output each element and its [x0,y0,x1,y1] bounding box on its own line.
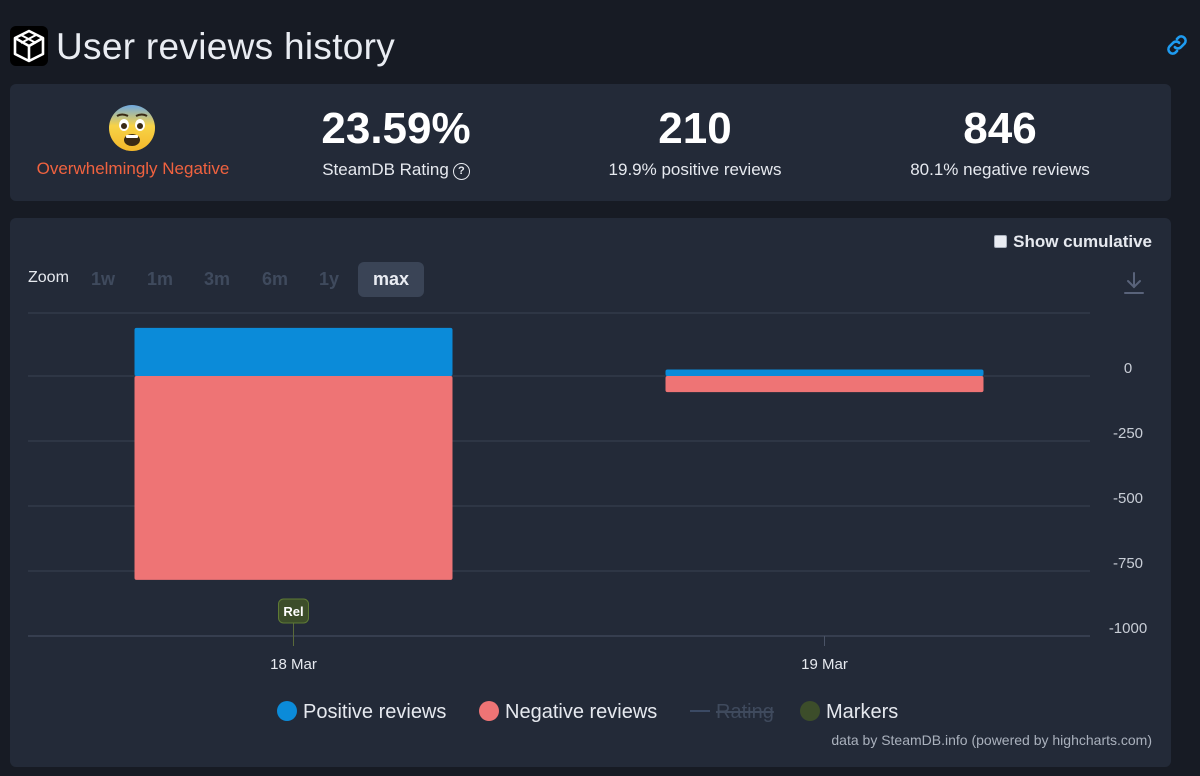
y-tick-label: -750 [1113,555,1143,572]
chart-credits: data by SteamDB.info (powered by highcha… [831,732,1152,748]
link-icon[interactable] [1164,32,1190,58]
reviews-chart-card: Show cumulative Zoom 1w 1m 3m 6m 1y max … [10,218,1171,767]
bar-positive [665,369,984,376]
rating-label: SteamDB Rating [322,160,449,179]
bar-negative [134,376,453,580]
negative-label: 80.1% negative reviews [910,160,1090,179]
y-tick-label: -250 [1113,425,1143,442]
y-tick-label: -1000 [1109,620,1147,637]
y-tick-label: -500 [1113,490,1143,507]
markers-legend-icon [800,701,820,721]
legend-positive-reviews[interactable]: Positive reviews [277,698,446,726]
fearful-face-icon [108,104,156,152]
y-tick-label: 0 [1124,360,1132,377]
positive-label: 19.9% positive reviews [608,160,782,179]
review-summary: Overwhelmingly Negative 23.59% SteamDB R… [10,84,1171,201]
negative-reviews-block: 846 80.1% negative reviews [870,84,1130,201]
rating-caption: SteamDB Rating? [256,159,536,181]
verdict-block: Overwhelmingly Negative [10,84,256,201]
steamdb-logo[interactable] [10,26,48,66]
positive-count: 210 [658,104,732,153]
legend-negative-reviews[interactable]: Negative reviews [479,698,657,726]
rating-verdict: Overwhelmingly Negative [36,159,230,178]
legend-negative-label: Negative reviews [505,701,658,723]
marker-label: Rel [283,604,303,619]
legend-markers-label: Markers [826,701,899,723]
legend-markers[interactable]: Markers [800,698,898,726]
page-header: User reviews history [10,24,1190,72]
legend-positive-label: Positive reviews [303,701,447,723]
bar-positive [134,327,453,376]
negative-count: 846 [963,104,1037,153]
steamdb-rating-block: 23.59% SteamDB Rating? [256,84,536,201]
rating-value: 23.59% [321,104,471,153]
positive-reviews-block: 210 19.9% positive reviews [570,84,820,201]
reviews-chart: 0 -250 -500 -750 -1000 18 Mar 19 Mar Rel [28,312,1147,673]
legend-rating[interactable]: Rating [690,698,774,726]
rating-legend-icon [690,710,710,712]
page-title: User reviews history [56,26,396,67]
bar-negative [665,376,984,393]
negative-legend-icon [479,701,499,721]
chart-legend: Positive reviews Negative reviews Rating… [10,698,1171,728]
x-tick-label: 18 Mar [270,656,317,673]
help-icon[interactable]: ? [452,163,470,180]
legend-rating-label: Rating [716,701,774,723]
positive-legend-icon [277,701,297,721]
x-tick-label: 19 Mar [801,656,848,673]
